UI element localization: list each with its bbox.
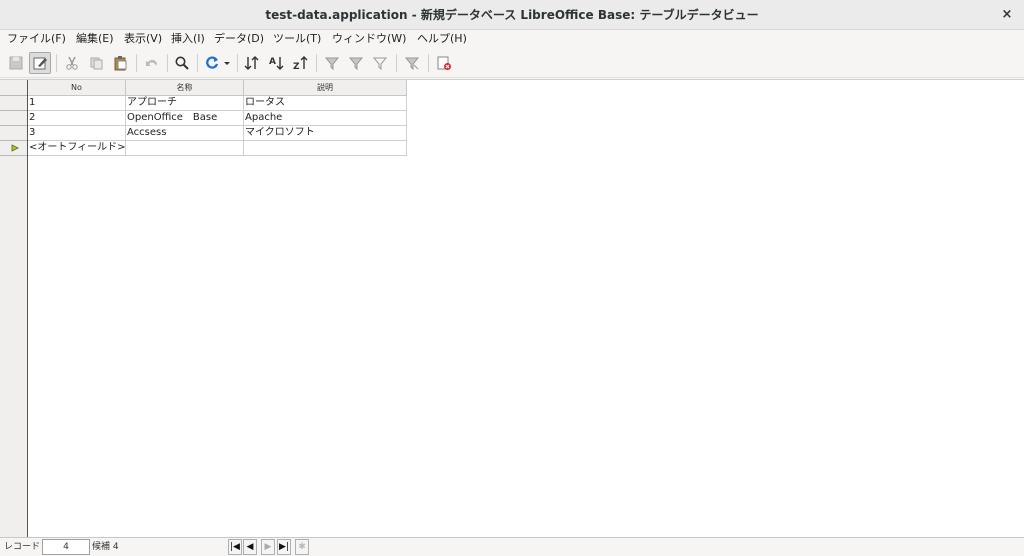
row-handle-new[interactable] <box>0 141 27 156</box>
cell-description[interactable]: ロータス <box>244 96 407 111</box>
sort-ascending-icon[interactable]: A <box>265 52 287 74</box>
toolbar-separator <box>428 54 429 72</box>
menu-file[interactable]: ファイル(F) <box>7 30 66 48</box>
menu-data[interactable]: データ(D) <box>214 30 264 48</box>
svg-text:A: A <box>269 57 276 67</box>
remove-filter-icon[interactable] <box>401 52 423 74</box>
standard-filter-icon[interactable] <box>345 52 367 74</box>
toolbar-separator <box>167 54 168 72</box>
toolbar-separator <box>136 54 137 72</box>
edit-data-icon[interactable] <box>29 52 51 74</box>
cell-no[interactable]: 3 <box>28 126 126 141</box>
save-record-icon[interactable] <box>5 52 27 74</box>
row-handle-column <box>0 80 28 538</box>
table-data-grid: No 名称 説明 1 アプローチ ロータス 2 OpenOffice Base … <box>0 79 1024 538</box>
row-handle[interactable] <box>0 96 27 111</box>
close-icon[interactable]: × <box>998 6 1016 24</box>
menu-window[interactable]: ウィンドウ(W) <box>332 30 406 48</box>
menu-edit[interactable]: 編集(E) <box>76 30 114 48</box>
cell-name[interactable]: Accsess <box>126 126 244 141</box>
cell-no[interactable]: 1 <box>28 96 126 111</box>
row-handle[interactable] <box>0 126 27 141</box>
column-header-name[interactable]: 名称 <box>126 80 244 96</box>
sort-icon[interactable] <box>241 52 263 74</box>
cell-name[interactable]: アプローチ <box>126 96 244 111</box>
first-record-button[interactable]: |◀ <box>228 539 242 555</box>
menu-tools[interactable]: ツール(T) <box>273 30 321 48</box>
cell-no[interactable]: 2 <box>28 111 126 126</box>
record-navigation-bar: レコード 4 候補 4 |◀ ◀ ▶ ▶| ✱ <box>0 537 1024 556</box>
corner-cell <box>0 80 27 96</box>
paste-icon[interactable] <box>109 52 131 74</box>
record-number-field[interactable]: 4 <box>42 539 90 555</box>
next-record-button[interactable]: ▶ <box>261 539 275 555</box>
window-title: test-data.application - 新規データベース LibreOf… <box>265 8 759 22</box>
cut-icon[interactable] <box>61 52 83 74</box>
refresh-dropdown-icon[interactable] <box>221 52 233 74</box>
column-header-description[interactable]: 説明 <box>244 80 407 96</box>
toolbar-separator <box>56 54 57 72</box>
record-label: レコード <box>4 542 41 552</box>
toolbar-separator <box>316 54 317 72</box>
cell-description[interactable]: Apache <box>244 111 407 126</box>
find-record-icon[interactable] <box>171 52 193 74</box>
toolbar-separator <box>396 54 397 72</box>
svg-text:Z: Z <box>293 62 300 71</box>
refresh-icon[interactable] <box>201 52 223 74</box>
undo-icon[interactable] <box>141 52 163 74</box>
new-record-button[interactable]: ✱ <box>295 539 309 555</box>
title-bar: test-data.application - 新規データベース LibreOf… <box>0 0 1024 30</box>
row-handle[interactable] <box>0 111 27 126</box>
cell-description[interactable]: マイクロソフト <box>244 126 407 141</box>
menu-insert[interactable]: 挿入(I) <box>171 30 205 48</box>
sort-descending-icon[interactable]: Z <box>289 52 311 74</box>
column-header-no[interactable]: No <box>28 80 126 96</box>
toolbar-separator <box>197 54 198 72</box>
cell-no[interactable]: <オートフィールド> <box>28 141 126 156</box>
toolbar-separator <box>237 54 238 72</box>
last-record-button[interactable]: ▶| <box>277 539 291 555</box>
copy-icon[interactable] <box>85 52 107 74</box>
menu-view[interactable]: 表示(V) <box>124 30 162 48</box>
cell-description[interactable] <box>244 141 407 156</box>
apply-filter-icon[interactable] <box>369 52 391 74</box>
record-count-label: 候補 4 <box>92 542 119 552</box>
autofilter-icon[interactable] <box>321 52 343 74</box>
cell-name[interactable]: OpenOffice Base <box>126 111 244 126</box>
new-record-marker-icon <box>11 144 19 152</box>
previous-record-button[interactable]: ◀ <box>243 539 257 555</box>
cell-name[interactable] <box>126 141 244 156</box>
toolbar: A Z <box>0 48 1024 78</box>
menu-bar: ファイル(F) 編集(E) 表示(V) 挿入(I) データ(D) ツール(T) … <box>0 30 1024 48</box>
delete-record-icon[interactable] <box>433 52 455 74</box>
menu-help[interactable]: ヘルプ(H) <box>417 30 467 48</box>
